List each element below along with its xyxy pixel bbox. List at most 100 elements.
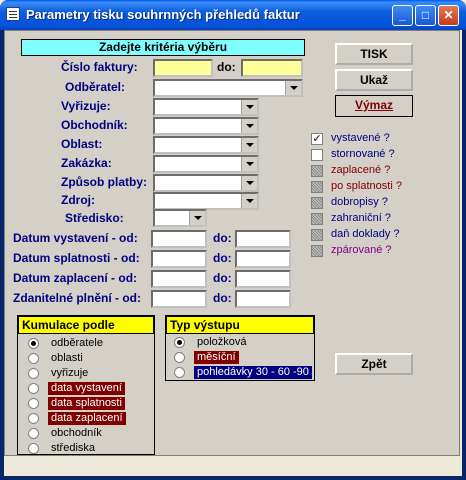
checkbox-label: zahraniční ? [331,212,391,224]
radio-option[interactable]: data splatnosti [28,397,148,411]
output-type-title: Typ výstupu [166,316,314,334]
chevron-down-icon[interactable] [285,81,301,95]
radio-label: vyřizuje [51,367,89,379]
payment-date-from-input[interactable] [151,270,207,288]
show-button[interactable]: Ukaž [335,69,413,91]
criteria-header: Zadejte kritéria výběru [21,39,305,56]
minimize-button[interactable]: _ [392,5,413,26]
main-window: Parametry tisku souhrnných přehledů fakt… [0,0,466,480]
due-date-label: Datum splatnosti - od: [13,251,140,265]
cumulation-group: Kumulace podle odběratele oblasti vyřizuje… [17,315,155,455]
checkbox[interactable] [311,149,323,161]
print-button[interactable]: TISK [335,43,413,65]
invoice-from-input[interactable] [153,59,213,77]
checkbox-checked[interactable]: ✓ [311,133,323,145]
radio-button[interactable] [28,398,39,409]
chevron-down-icon[interactable] [241,176,257,190]
invoice-number-label: Číslo faktury: [61,60,138,74]
taxable-date-to-label: do: [213,291,232,305]
radio-button[interactable] [174,367,185,378]
checkbox[interactable] [311,229,323,241]
radio-option[interactable]: odběratele [28,337,148,351]
radio-option[interactable]: data zaplacení [28,412,148,426]
radio-option[interactable]: střediska [28,442,148,456]
radio-button[interactable] [28,413,39,424]
invoice-to-label: do: [217,60,236,74]
source-label: Zdroj: [61,193,95,207]
radio-label: pohledávky 30 - 60 -90 [194,366,312,379]
clear-button[interactable]: Výmaz [334,94,414,118]
salesman-combo[interactable] [153,117,259,135]
chevron-down-icon[interactable] [189,211,205,225]
radio-button[interactable] [28,428,39,439]
title-bar[interactable]: Parametry tisku souhrnných přehledů fakt… [0,0,466,30]
radio-label: data vystavení [48,382,125,395]
output-type-group: Typ výstupu položková měsíční pohledávky 3… [165,315,315,381]
radio-label: odběratele [51,337,103,349]
client-area: Zadejte kritéria výběru Číslo faktury: d… [4,30,462,476]
payment-date-to-input[interactable] [235,270,291,288]
radio-option[interactable]: měsíční [174,351,294,365]
payment-date-to-label: do: [213,271,232,285]
radio-label: data zaplacení [48,412,126,425]
radio-label: položková [197,336,247,348]
app-icon [6,7,20,21]
radio-label: obchodník [51,427,102,439]
checkbox-label: stornované ? [331,148,395,160]
radio-option[interactable]: data vystavení [28,382,148,396]
radio-button[interactable] [28,443,39,454]
maximize-button[interactable]: □ [415,5,436,26]
checkbox[interactable] [311,245,323,257]
area-combo[interactable] [153,136,259,154]
due-date-to-input[interactable] [235,250,291,268]
radio-option[interactable]: položková [174,336,294,350]
radio-option[interactable]: vyřizuje [28,367,148,381]
radio-button[interactable] [174,337,185,348]
order-combo[interactable] [153,155,259,173]
salesman-label: Obchodník: [61,118,128,132]
radio-button[interactable] [28,338,39,349]
customer-label: Odběratel: [65,80,126,94]
issue-date-from-input[interactable] [151,230,207,248]
radio-option[interactable]: pohledávky 30 - 60 -90 [174,366,312,380]
checkbox-label: zpárované ? [331,244,392,256]
radio-option[interactable]: oblasti [28,352,148,366]
cumulation-title: Kumulace podle [18,316,154,334]
radio-label: oblasti [51,352,83,364]
source-combo[interactable] [153,192,259,210]
chevron-down-icon[interactable] [241,119,257,133]
radio-option[interactable]: obchodník [28,427,148,441]
customer-combo[interactable] [153,79,303,97]
close-button[interactable]: ✕ [438,5,459,26]
payment-method-combo[interactable] [153,174,259,192]
handler-combo[interactable] [153,98,259,116]
radio-button[interactable] [174,352,185,363]
chevron-down-icon[interactable] [241,194,257,208]
status-bar [4,458,462,476]
back-button[interactable]: Zpět [335,353,413,375]
issue-date-to-label: do: [213,231,232,245]
radio-button[interactable] [28,383,39,394]
checkbox[interactable] [311,181,323,193]
invoice-to-input[interactable] [241,59,303,77]
checkbox[interactable] [311,197,323,209]
payment-method-label: Způsob platby: [61,175,147,189]
chevron-down-icon[interactable] [241,157,257,171]
issue-date-to-input[interactable] [235,230,291,248]
order-label: Zakázka: [61,156,112,170]
radio-button[interactable] [28,353,39,364]
taxable-date-from-input[interactable] [151,290,207,308]
radio-button[interactable] [28,368,39,379]
checkbox[interactable] [311,213,323,225]
taxable-date-to-input[interactable] [235,290,291,308]
checkbox-label: po splatnosti ? [331,180,402,192]
chevron-down-icon[interactable] [241,100,257,114]
radio-label: měsíční [194,351,239,364]
handler-label: Vyřizuje: [61,99,111,113]
taxable-date-label: Zdanitelné plnění - od: [13,291,141,305]
chevron-down-icon[interactable] [241,138,257,152]
checkbox[interactable] [311,165,323,177]
center-combo[interactable] [153,209,207,227]
checkbox-label: dobropisy ? [331,196,388,208]
due-date-from-input[interactable] [151,250,207,268]
